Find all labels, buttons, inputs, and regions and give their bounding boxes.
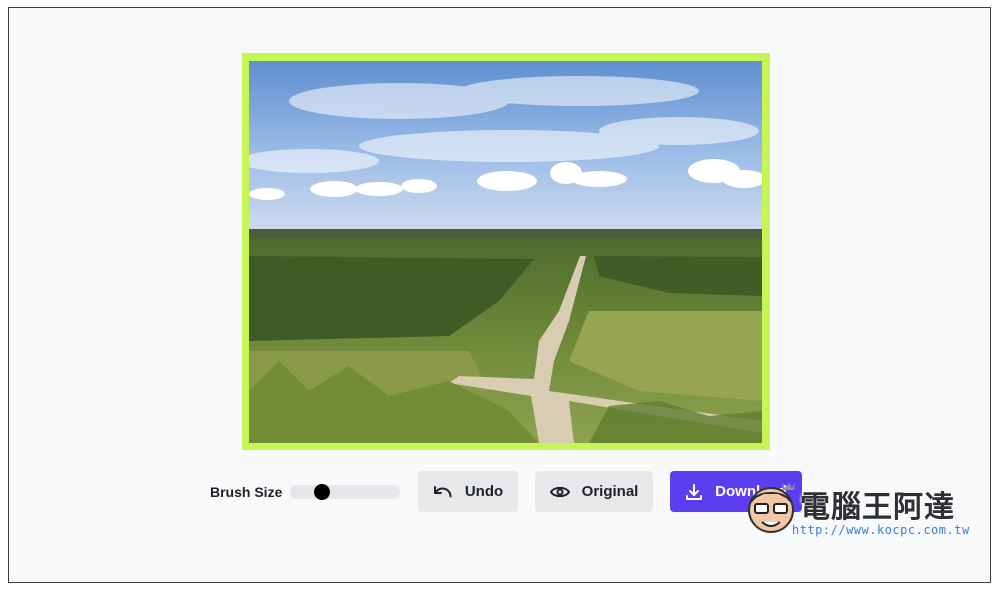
brush-size-slider[interactable] xyxy=(290,484,400,500)
photo-canvas[interactable] xyxy=(249,61,762,443)
original-label: Original xyxy=(581,483,639,500)
undo-arrow-icon xyxy=(433,484,453,500)
brush-size-slider-thumb[interactable] xyxy=(313,484,330,500)
download-icon xyxy=(685,483,703,501)
eye-icon xyxy=(549,485,570,499)
undo-button[interactable]: Undo xyxy=(418,471,518,512)
original-button[interactable]: Original xyxy=(535,471,653,512)
image-canvas-frame xyxy=(242,53,770,450)
undo-label: Undo xyxy=(464,483,504,500)
site-watermark: 電腦王阿達 http://www.kocpc.com.tw xyxy=(742,474,972,544)
watermark-title: 電腦王阿達 xyxy=(800,490,955,525)
watermark-url: http://www.kocpc.com.tw xyxy=(792,523,970,537)
brush-size-label: Brush Size xyxy=(210,484,283,500)
